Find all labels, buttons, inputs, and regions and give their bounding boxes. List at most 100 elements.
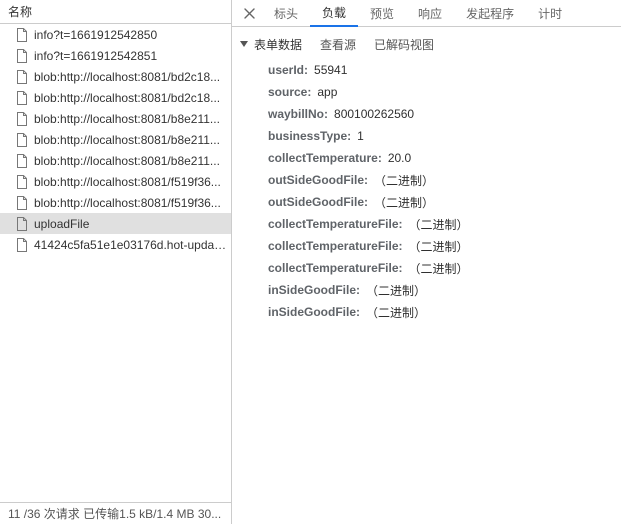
form-data-key: collectTemperature bbox=[268, 151, 378, 165]
form-data-value: app bbox=[317, 85, 337, 99]
requests-status-text: 11 /36 次请求 已传输1.5 kB/1.4 MB 30... bbox=[8, 505, 221, 522]
decoded-view-link[interactable]: 已解码视图 bbox=[374, 36, 434, 53]
requests-status: 11 /36 次请求 已传输1.5 kB/1.4 MB 30... bbox=[0, 502, 231, 524]
requests-header-label: 名称 bbox=[8, 3, 32, 20]
colon: : bbox=[356, 305, 360, 319]
form-data-section-header: 表单数据 查看源 已解码视图 bbox=[232, 33, 621, 55]
colon: : bbox=[399, 217, 403, 231]
requests-list[interactable]: info?t=1661912542850 info?t=1661912542851… bbox=[0, 24, 231, 502]
form-data-key: source bbox=[268, 85, 307, 99]
tab-0[interactable]: 标头 bbox=[262, 0, 310, 26]
request-name: blob:http://localhost:8081/f519f36... bbox=[34, 196, 221, 210]
form-data-value: （二进制） bbox=[409, 216, 469, 233]
request-row[interactable]: blob:http://localhost:8081/b8e211... bbox=[0, 150, 231, 171]
request-name: blob:http://localhost:8081/b8e211... bbox=[34, 112, 220, 126]
detail-body: 表单数据 查看源 已解码视图 userId:55941source:appway… bbox=[232, 27, 621, 524]
detail-panel: 标头负载预览响应发起程序计时 表单数据 查看源 已解码视图 userId:559… bbox=[232, 0, 621, 524]
colon: : bbox=[304, 63, 308, 77]
form-data-value: 1 bbox=[357, 129, 364, 143]
colon: : bbox=[347, 129, 351, 143]
request-row[interactable]: blob:http://localhost:8081/bd2c18... bbox=[0, 66, 231, 87]
request-name: blob:http://localhost:8081/b8e211... bbox=[34, 133, 220, 147]
close-icon[interactable] bbox=[236, 0, 262, 26]
colon: : bbox=[356, 283, 360, 297]
colon: : bbox=[378, 151, 382, 165]
form-data-row: outSideGoodFile: （二进制） bbox=[268, 191, 621, 213]
request-name: blob:http://localhost:8081/b8e211... bbox=[34, 154, 220, 168]
request-row[interactable]: blob:http://localhost:8081/f519f36... bbox=[0, 171, 231, 192]
request-row[interactable]: blob:http://localhost:8081/f519f36... bbox=[0, 192, 231, 213]
form-data-row: collectTemperatureFile:（二进制） bbox=[268, 257, 621, 279]
request-name: info?t=1661912542851 bbox=[34, 49, 157, 63]
file-icon bbox=[16, 217, 28, 231]
form-data-row: outSideGoodFile: （二进制） bbox=[268, 169, 621, 191]
file-icon bbox=[16, 28, 28, 42]
form-data-value: 800100262560 bbox=[334, 107, 414, 121]
form-data-key: waybillNo bbox=[268, 107, 324, 121]
request-name: 41424c5fa51e1e03176d.hot-updat... bbox=[34, 238, 227, 252]
form-data-value: （二进制） bbox=[366, 282, 426, 299]
requests-header[interactable]: 名称 bbox=[0, 0, 231, 24]
form-data-key: inSideGoodFile bbox=[268, 305, 356, 319]
form-data-key: outSideGoodFile bbox=[268, 173, 364, 187]
form-data-row: collectTemperatureFile: （二进制） bbox=[268, 235, 621, 257]
form-data-row: source: app bbox=[268, 81, 621, 103]
request-name: uploadFile bbox=[34, 217, 89, 231]
request-row[interactable]: info?t=1661912542850 bbox=[0, 24, 231, 45]
request-row[interactable]: info?t=1661912542851 bbox=[0, 45, 231, 66]
tab-3[interactable]: 响应 bbox=[406, 0, 454, 26]
request-name: info?t=1661912542850 bbox=[34, 28, 157, 42]
request-row[interactable]: blob:http://localhost:8081/b8e211... bbox=[0, 108, 231, 129]
file-icon bbox=[16, 112, 28, 126]
form-data-row: collectTemperature:20.0 bbox=[268, 147, 621, 169]
form-data-row: inSideGoodFile: （二进制） bbox=[268, 279, 621, 301]
form-data-row: collectTemperatureFile: （二进制） bbox=[268, 213, 621, 235]
form-data-key: inSideGoodFile bbox=[268, 283, 356, 297]
disclosure-triangle-icon[interactable] bbox=[238, 38, 250, 50]
form-data-key: collectTemperatureFile bbox=[268, 239, 399, 253]
file-icon bbox=[16, 196, 28, 210]
request-row[interactable]: blob:http://localhost:8081/bd2c18... bbox=[0, 87, 231, 108]
tab-2[interactable]: 预览 bbox=[358, 0, 406, 26]
colon: : bbox=[324, 107, 328, 121]
request-name: blob:http://localhost:8081/bd2c18... bbox=[34, 70, 220, 84]
request-row[interactable]: 41424c5fa51e1e03176d.hot-updat... bbox=[0, 234, 231, 255]
form-data-key: collectTemperatureFile bbox=[268, 217, 399, 231]
file-icon bbox=[16, 91, 28, 105]
tab-5[interactable]: 计时 bbox=[526, 0, 574, 26]
form-data-row: waybillNo:800100262560 bbox=[268, 103, 621, 125]
form-data-value: 55941 bbox=[314, 63, 347, 77]
form-data-value: （二进制） bbox=[366, 304, 426, 321]
request-row[interactable]: blob:http://localhost:8081/b8e211... bbox=[0, 129, 231, 150]
form-data-row: userId:55941 bbox=[268, 59, 621, 81]
form-data-value: 20.0 bbox=[388, 151, 411, 165]
form-data-row: businessType:1 bbox=[268, 125, 621, 147]
form-data-value: （二进制） bbox=[409, 238, 469, 255]
form-data-value: （二进制） bbox=[374, 172, 434, 189]
colon: : bbox=[399, 239, 403, 253]
requests-panel: 名称 info?t=1661912542850info?t=1661912542… bbox=[0, 0, 232, 524]
colon: : bbox=[307, 85, 311, 99]
tab-1[interactable]: 负载 bbox=[310, 0, 358, 27]
file-icon bbox=[16, 175, 28, 189]
form-data-key: userId bbox=[268, 63, 304, 77]
request-name: blob:http://localhost:8081/f519f36... bbox=[34, 175, 221, 189]
form-data-key: outSideGoodFile bbox=[268, 195, 364, 209]
form-data-title: 表单数据 bbox=[254, 36, 302, 53]
form-data-list: userId:55941source:appwaybillNo:80010026… bbox=[232, 55, 621, 323]
form-data-value: （二进制） bbox=[409, 260, 469, 277]
detail-tabs: 标头负载预览响应发起程序计时 bbox=[232, 0, 621, 27]
view-source-link[interactable]: 查看源 bbox=[320, 36, 356, 53]
form-data-row: inSideGoodFile: （二进制） bbox=[268, 301, 621, 323]
request-row[interactable]: uploadFile bbox=[0, 213, 231, 234]
file-icon bbox=[16, 154, 28, 168]
request-name: blob:http://localhost:8081/bd2c18... bbox=[34, 91, 220, 105]
file-icon bbox=[16, 70, 28, 84]
colon: : bbox=[364, 195, 368, 209]
form-data-value: （二进制） bbox=[374, 194, 434, 211]
colon: : bbox=[364, 173, 368, 187]
file-icon bbox=[16, 49, 28, 63]
tab-4[interactable]: 发起程序 bbox=[454, 0, 526, 26]
form-data-key: collectTemperatureFile bbox=[268, 261, 399, 275]
file-icon bbox=[16, 238, 28, 252]
